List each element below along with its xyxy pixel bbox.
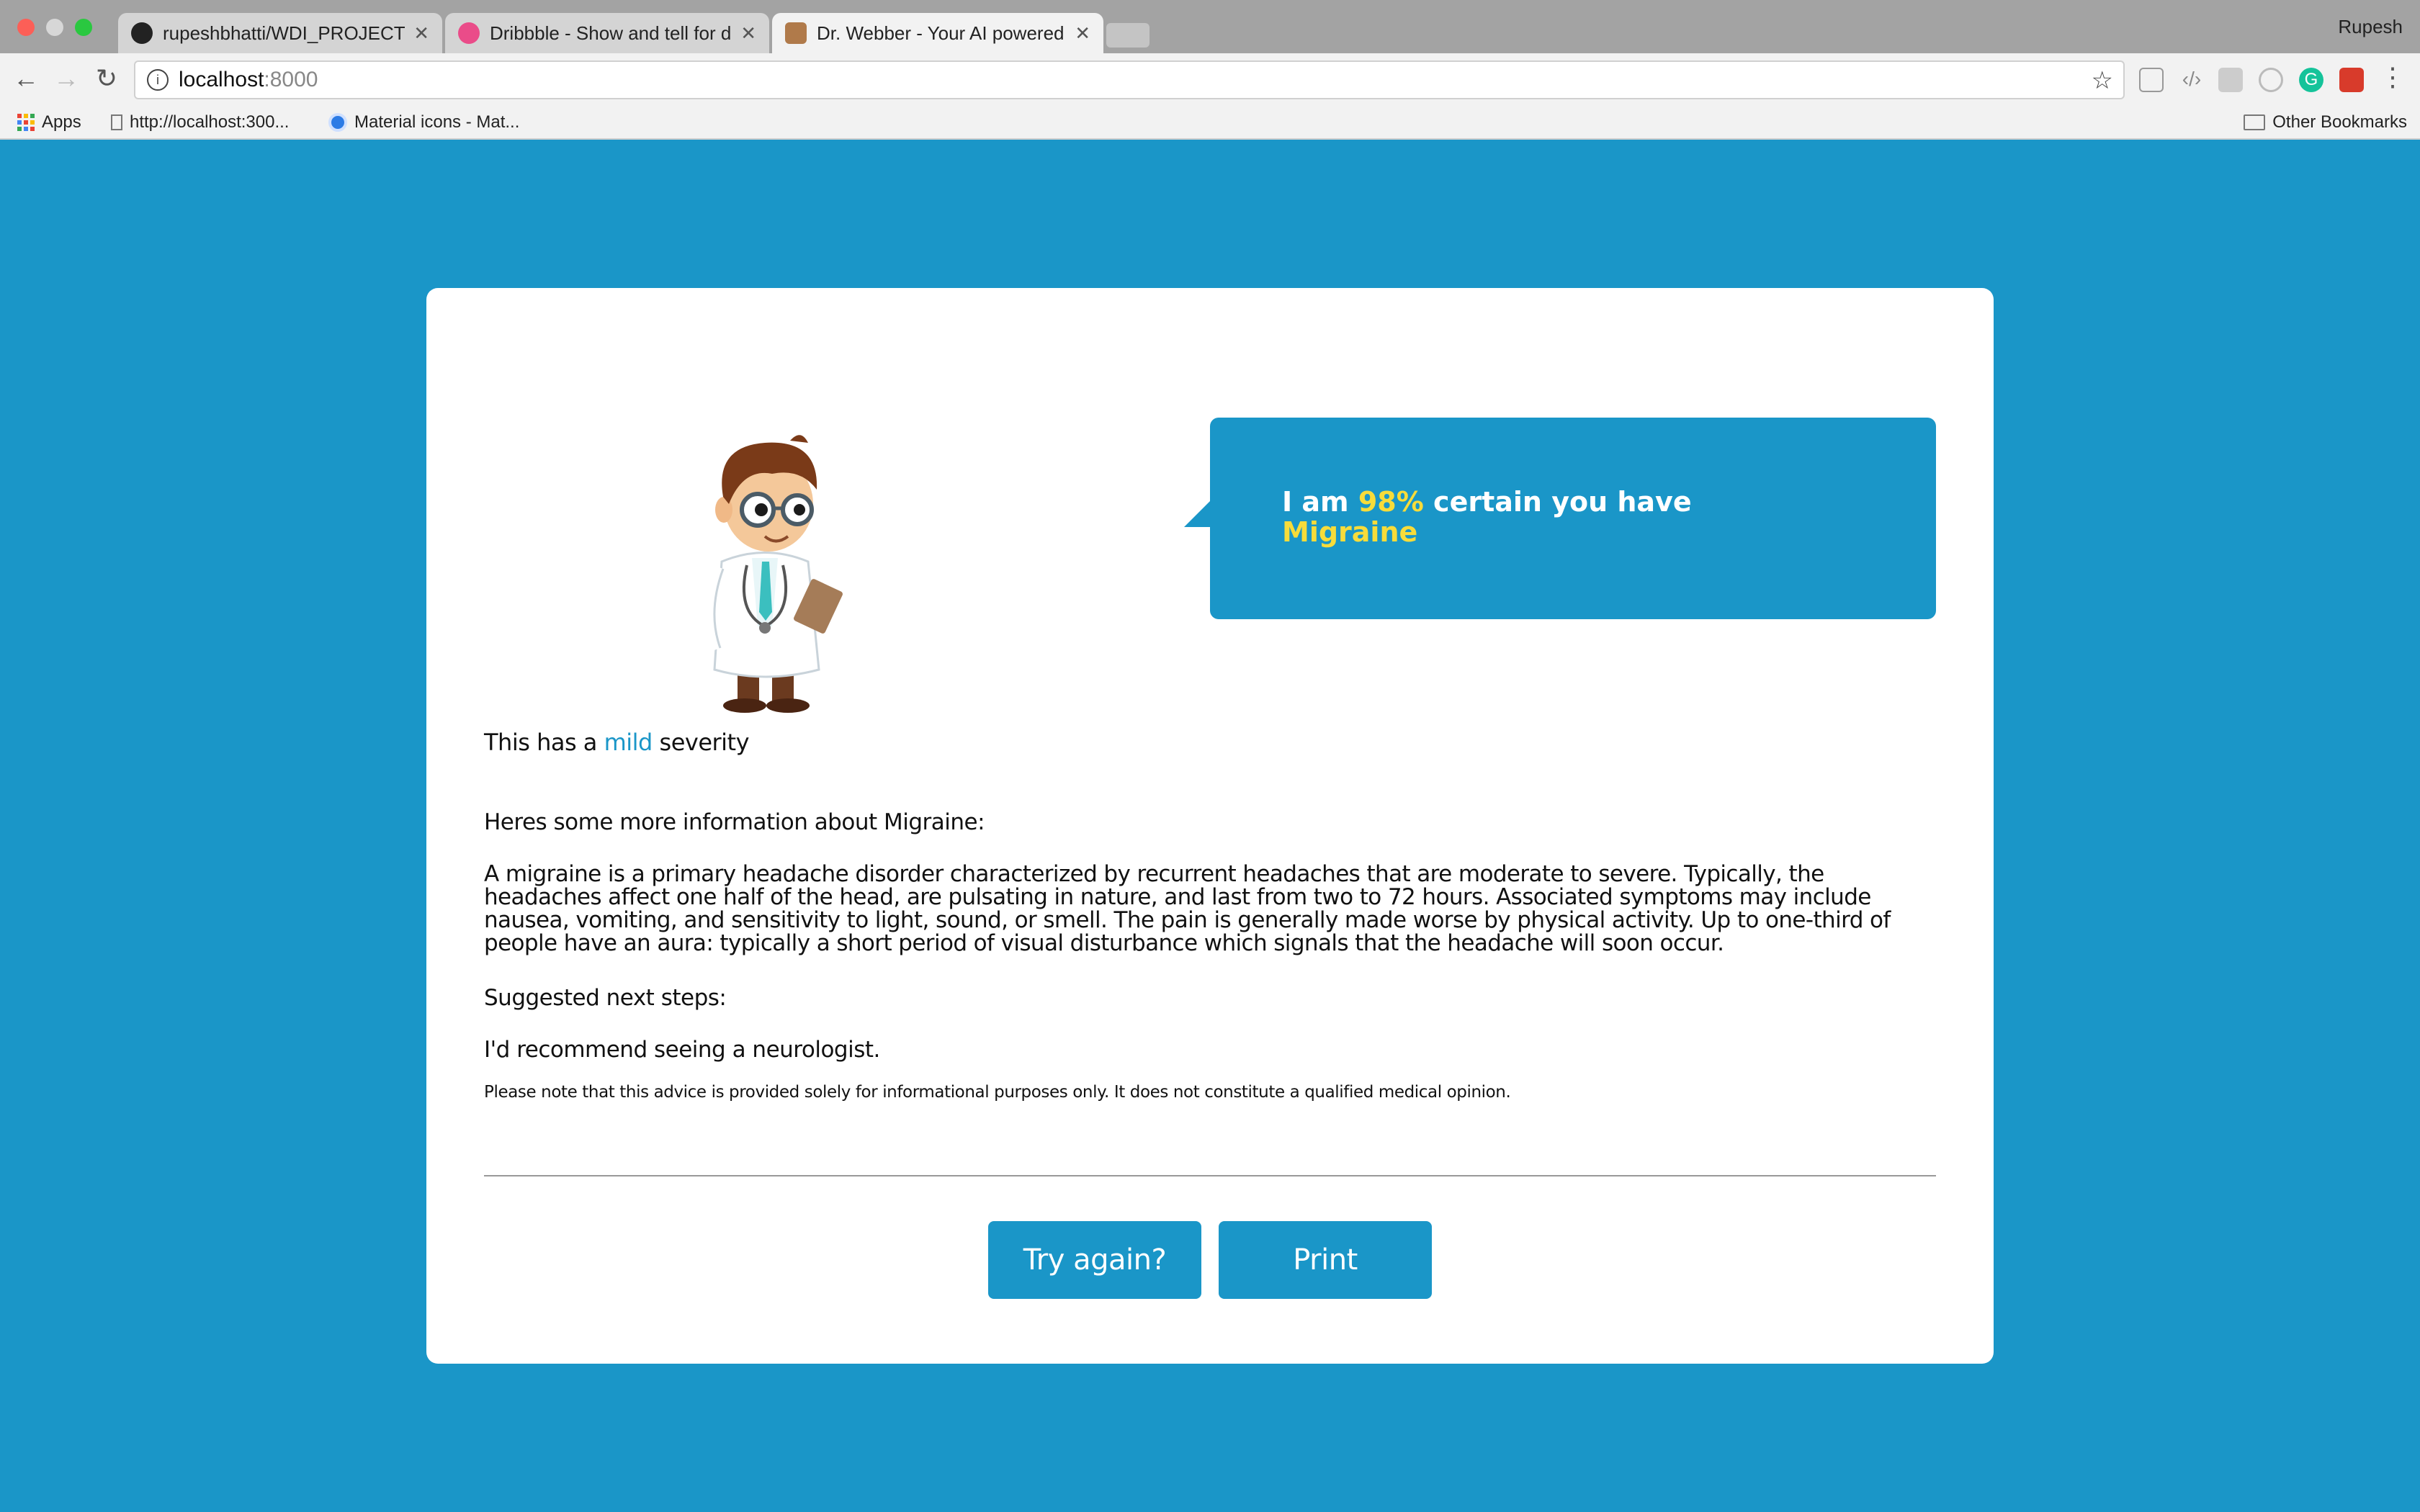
browser-toolbar: ← → ↻ i localhost:8000 ☆ ‹/› G ⋮ bbox=[0, 53, 2420, 107]
new-tab-button[interactable] bbox=[1106, 23, 1150, 48]
extension-page-icon[interactable] bbox=[2139, 68, 2164, 92]
forward-arrow-icon[interactable]: → bbox=[50, 63, 82, 94]
certainty-prefix: I am bbox=[1282, 486, 1358, 518]
bookmark-apps[interactable]: Apps bbox=[17, 112, 81, 132]
doctor-favicon-icon bbox=[785, 22, 807, 44]
bookmarks-bar: Apps http://localhost:300... Material ic… bbox=[0, 107, 2420, 140]
try-again-button[interactable]: Try again? bbox=[988, 1221, 1201, 1299]
severity-level: mild bbox=[604, 729, 653, 756]
bookmark-label: Material icons - Mat... bbox=[354, 112, 520, 132]
back-arrow-icon[interactable]: ← bbox=[10, 63, 42, 94]
bookmark-localhost[interactable]: http://localhost:300... bbox=[111, 112, 289, 132]
bookmark-material-icons[interactable]: Material icons - Mat... bbox=[328, 112, 519, 132]
recommendation-text: I'd recommend seeing a neurologist. bbox=[484, 1037, 880, 1063]
condition-description: A migraine is a primary headache disorde… bbox=[484, 861, 1891, 956]
extension-layout-icon[interactable] bbox=[2218, 68, 2243, 92]
github-icon bbox=[131, 22, 153, 44]
reload-icon[interactable]: ↻ bbox=[91, 63, 122, 94]
other-bookmarks[interactable]: Other Bookmarks bbox=[2244, 112, 2407, 132]
certainty-suffix: certain you have bbox=[1423, 486, 1692, 518]
dribbble-icon bbox=[458, 22, 480, 44]
address-bar[interactable]: i localhost:8000 ☆ bbox=[134, 60, 2125, 99]
browser-tab-dribbble[interactable]: Dribbble - Show and tell for de ✕ bbox=[445, 13, 769, 53]
close-icon[interactable]: ✕ bbox=[413, 22, 429, 45]
material-icons-icon bbox=[328, 113, 347, 132]
close-icon[interactable]: ✕ bbox=[1075, 22, 1090, 45]
page-icon bbox=[111, 114, 122, 130]
other-bookmarks-label: Other Bookmarks bbox=[2272, 112, 2407, 132]
window-minimize-button[interactable] bbox=[46, 19, 63, 36]
doctor-illustration bbox=[703, 435, 843, 713]
info-heading: Heres some more information about Migrai… bbox=[484, 809, 985, 835]
bookmark-label: http://localhost:300... bbox=[130, 112, 290, 132]
bookmark-label: Apps bbox=[42, 112, 81, 132]
next-steps-heading: Suggested next steps: bbox=[484, 985, 727, 1011]
print-button[interactable]: Print bbox=[1219, 1221, 1432, 1299]
medical-disclaimer: Please note that this advice is provided… bbox=[484, 1083, 1511, 1102]
site-info-icon[interactable]: i bbox=[147, 69, 169, 91]
divider bbox=[484, 1175, 1936, 1176]
window-zoom-button[interactable] bbox=[75, 19, 92, 36]
browser-tab-dr-webber[interactable]: Dr. Webber - Your AI powered ✕ bbox=[772, 13, 1103, 53]
tab-title: Dribbble - Show and tell for de bbox=[490, 22, 732, 44]
certainty-value: 98% bbox=[1358, 486, 1424, 518]
result-card: I am 98% certain you have Migraine This … bbox=[426, 288, 1994, 1364]
address-host: localhost bbox=[179, 68, 264, 91]
browser-tab-github[interactable]: rupeshbhatti/WDI_PROJECT_5: ✕ bbox=[118, 13, 442, 53]
tab-title: rupeshbhatti/WDI_PROJECT_5: bbox=[163, 22, 405, 44]
folder-icon bbox=[2244, 114, 2266, 130]
apps-grid-icon bbox=[17, 114, 35, 131]
code-icon[interactable]: ‹/› bbox=[2179, 68, 2204, 92]
browser-tab-strip: rupeshbhatti/WDI_PROJECT_5: ✕ Dribbble -… bbox=[0, 0, 2420, 53]
close-icon[interactable]: ✕ bbox=[740, 22, 756, 45]
severity-statement: This has a mild severity bbox=[484, 729, 750, 756]
diagnosis-speech-bubble: I am 98% certain you have Migraine bbox=[1184, 418, 1936, 619]
grammarly-icon[interactable]: G bbox=[2299, 68, 2323, 92]
address-port: :8000 bbox=[264, 68, 318, 91]
bookmark-star-icon[interactable]: ☆ bbox=[2092, 66, 2113, 95]
more-menu-icon[interactable]: ⋮ bbox=[2377, 62, 2408, 92]
diagnosed-condition: Migraine bbox=[1282, 516, 1418, 548]
window-close-button[interactable] bbox=[17, 19, 35, 36]
extension-circle-icon[interactable] bbox=[2259, 68, 2283, 92]
profile-name[interactable]: Rupesh bbox=[2338, 16, 2403, 38]
extension-red-icon[interactable] bbox=[2339, 68, 2364, 92]
severity-suffix: severity bbox=[652, 729, 750, 756]
severity-prefix: This has a bbox=[484, 729, 604, 756]
tab-title: Dr. Webber - Your AI powered bbox=[817, 22, 1065, 44]
